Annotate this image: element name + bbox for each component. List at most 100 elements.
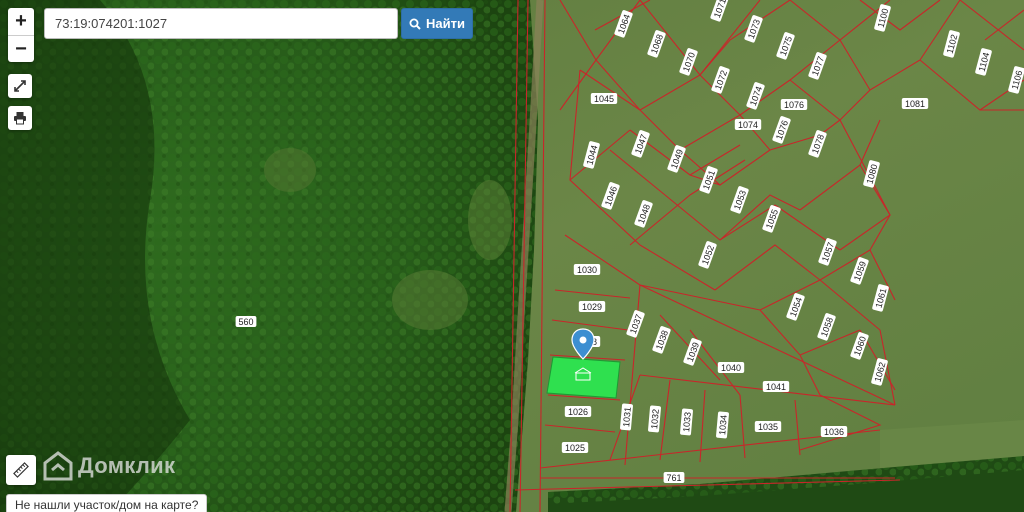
print-button[interactable] [8, 106, 32, 130]
parcel-boundary [984, 9, 1024, 41]
parcel-label[interactable]: 1057 [818, 238, 837, 267]
parcel-boundary [559, 0, 641, 61]
parcel-boundary [544, 424, 616, 433]
parcel-label[interactable]: 1074 [746, 82, 765, 111]
parcel-label[interactable]: 1025 [561, 442, 589, 453]
parcel-boundary [699, 389, 706, 463]
parcel-label[interactable]: 1032 [648, 405, 661, 433]
parcel-number: 1037 [628, 313, 644, 335]
parcel-number: 1044 [585, 144, 600, 166]
parcel-label[interactable]: 1102 [943, 30, 960, 58]
parcel-boundary [959, 0, 1024, 51]
parcel-label[interactable]: 1046 [601, 182, 620, 211]
parcel-number: 1026 [568, 407, 588, 417]
parcel-label[interactable]: 1030 [573, 264, 601, 275]
zoom-out-icon[interactable]: − [8, 35, 34, 62]
parcel-label[interactable]: 1076 [772, 116, 791, 145]
parcel-label[interactable]: 1036 [820, 426, 848, 437]
domclick-logo: Домклик [42, 450, 175, 482]
parcel-number: 1049 [669, 148, 685, 170]
parcel-label[interactable]: 1029 [578, 301, 606, 312]
print-icon [14, 112, 26, 125]
location-marker-icon[interactable] [571, 328, 595, 360]
parcel-boundary [919, 59, 1024, 111]
parcel-boundary [539, 0, 546, 512]
parcel-label[interactable]: 761 [663, 472, 685, 483]
parcel-label[interactable]: 1062 [871, 358, 888, 386]
parcel-label[interactable]: 1106 [1008, 66, 1024, 94]
parcel-label[interactable]: 1074 [734, 119, 762, 130]
parcel-number: 1062 [873, 361, 888, 383]
parcel-number: 1080 [865, 163, 880, 185]
zoom-in-icon[interactable]: + [8, 8, 34, 35]
parcel-boundary [714, 244, 821, 291]
parcel-label[interactable]: 1054 [786, 293, 805, 322]
parcel-label[interactable]: 1048 [634, 200, 653, 229]
search-input[interactable] [44, 8, 398, 39]
parcel-label[interactable]: 1051 [699, 166, 718, 195]
cadastral-overlay: 1064106810711073107511001077107010721074… [235, 0, 1024, 512]
not-found-link[interactable]: Не нашли участок/дом на карте? [6, 494, 208, 512]
parcel-label[interactable]: 1039 [683, 338, 702, 367]
parcel-label[interactable]: 1038 [652, 326, 671, 355]
parcel-label[interactable]: 1077 [808, 52, 827, 81]
parcel-boundary [519, 0, 529, 512]
parcel-number: 1071 [712, 0, 728, 19]
parcel-label[interactable]: 1060 [850, 332, 869, 361]
parcel-number: 1041 [766, 382, 786, 392]
parcel-label[interactable]: 1078 [808, 130, 827, 159]
parcel-label[interactable]: 1053 [730, 186, 749, 215]
parcel-label[interactable]: 1031 [620, 403, 633, 431]
ruler-button[interactable] [6, 455, 36, 485]
parcel-number: 1102 [945, 33, 960, 54]
map[interactable]: 1064 1068 1071 1073 1075 1100 1077 1070 1072 1074… [0, 0, 1024, 512]
parcel-number: 1073 [746, 18, 762, 40]
parcel-number: 1040 [721, 363, 741, 373]
parcel-label[interactable]: 1104 [975, 48, 992, 76]
parcel-label[interactable]: 1061 [872, 284, 889, 312]
parcel-label[interactable]: 1026 [564, 406, 592, 417]
parcel-boundary [719, 194, 801, 241]
parcel-label[interactable]: 1055 [762, 205, 781, 234]
parcel-boundary [739, 394, 746, 459]
parcel-number: 1048 [636, 203, 652, 225]
parcel-number: 1076 [774, 119, 790, 141]
parcel-number: 560 [238, 317, 253, 327]
parcel-label[interactable]: 1052 [698, 241, 717, 270]
parcel-number: 1032 [649, 409, 661, 430]
parcel-boundary [639, 74, 741, 151]
parcel-label[interactable]: 1076 [780, 99, 808, 110]
parcel-number: 1104 [977, 51, 992, 72]
selected-parcel-1027[interactable] [546, 356, 621, 399]
parcel-label[interactable]: 1075 [776, 32, 795, 61]
search-button[interactable]: Найти [401, 8, 473, 39]
fullscreen-button[interactable] [8, 74, 32, 98]
parcel-boundary [514, 479, 901, 491]
parcel-label[interactable]: 1100 [874, 4, 891, 32]
parcel-label[interactable]: 1064 [614, 10, 633, 39]
parcel-number: 1033 [681, 412, 693, 433]
parcel-label[interactable]: 1041 [762, 381, 790, 392]
parcel-label[interactable]: 1068 [647, 30, 666, 59]
parcel-label[interactable]: 1044 [583, 141, 600, 169]
parcel-label[interactable]: 1037 [626, 310, 645, 339]
parcel-number: 1075 [778, 35, 794, 57]
parcel-label[interactable]: 1058 [817, 313, 836, 342]
parcel-number: 1076 [784, 100, 804, 110]
parcel-label[interactable]: 1049 [667, 145, 686, 174]
parcel-number: 1025 [565, 443, 585, 453]
parcel-label[interactable]: 560 [235, 316, 257, 327]
parcel-label[interactable]: 1033 [680, 408, 693, 436]
parcel-label[interactable]: 1081 [901, 98, 929, 109]
parcel-label[interactable]: 1045 [590, 93, 618, 104]
parcel-number: 1057 [820, 241, 836, 263]
logo-text: Домклик [78, 453, 176, 478]
search-bar: Найти [44, 8, 473, 39]
parcel-label[interactable]: 1035 [754, 421, 782, 432]
parcel-label[interactable]: 1047 [631, 130, 650, 159]
parcel-label[interactable]: 1034 [716, 411, 729, 439]
parcel-label[interactable]: 1040 [717, 362, 745, 373]
parcel-label[interactable]: 1071 [710, 0, 729, 22]
parcel-number: 1077 [810, 55, 826, 77]
parcel-label[interactable]: 1072 [711, 66, 730, 95]
